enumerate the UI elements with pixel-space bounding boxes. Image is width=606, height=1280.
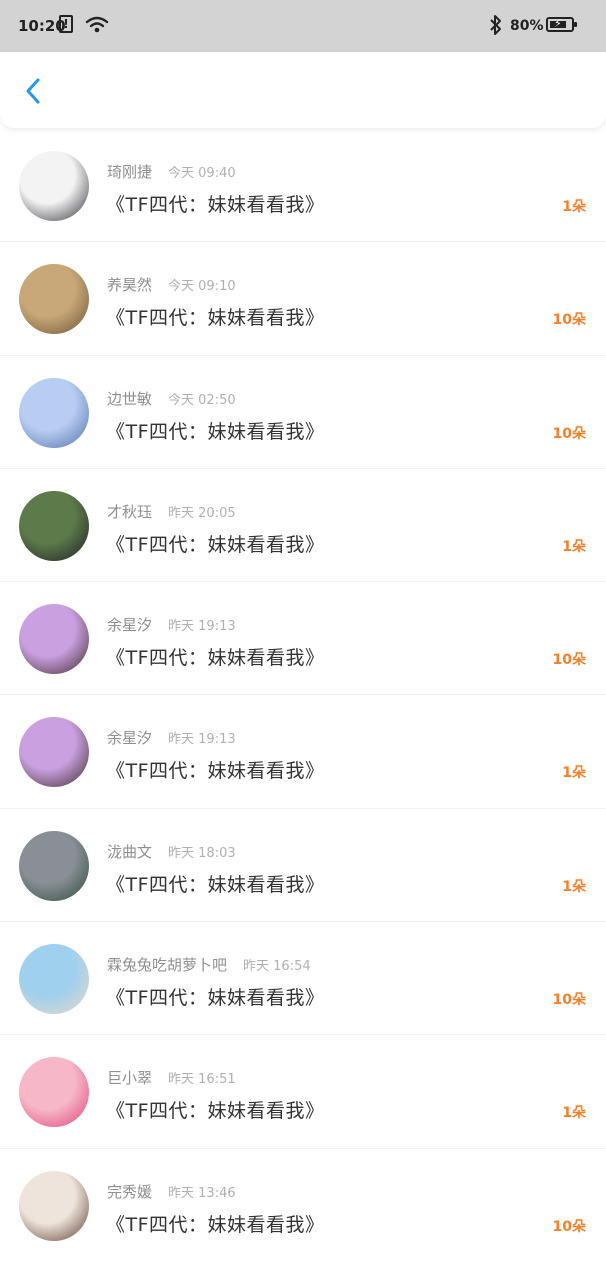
timestamp: 昨天 19:13	[168, 619, 236, 635]
user-name[interactable]: 边世敏	[107, 390, 152, 408]
item-title: 《TF四代：妹妹看看我》	[106, 647, 325, 670]
list-item[interactable]: 余星汐 昨天 19:13 《TF四代：妹妹看看我》 10朵	[0, 581, 606, 694]
battery-icon: ⚡	[546, 17, 577, 32]
user-name[interactable]: 巨小翠	[107, 1069, 152, 1087]
item-title: 《TF四代：妹妹看看我》	[106, 194, 325, 216]
avatar[interactable]	[19, 944, 89, 1015]
avatar[interactable]	[19, 830, 89, 901]
list-item[interactable]: 边世敏 今天 02:50 《TF四代：妹妹看看我》 10朵	[0, 354, 606, 468]
user-name[interactable]: 泷曲文	[107, 843, 152, 861]
flower-count: 1朵	[562, 538, 586, 555]
timestamp: 今天 09:10	[168, 279, 236, 295]
list-item[interactable]: 巨小翠 昨天 16:51 《TF四代：妹妹看看我》 1朵	[0, 1034, 606, 1147]
item-title: 《TF四代：妹妹看看我》	[106, 1213, 325, 1236]
avatar[interactable]	[19, 1170, 89, 1241]
item-title: 《TF四代：妹妹看看我》	[106, 420, 325, 443]
alert-icon: !	[59, 15, 73, 33]
flower-count: 1朵	[562, 878, 586, 895]
list-item[interactable]: 才秋珏 昨天 20:05 《TF四代：妹妹看看我》 1朵	[0, 467, 606, 581]
item-title: 《TF四代：妹妹看看我》	[106, 873, 325, 896]
user-name[interactable]: 才秋珏	[107, 503, 152, 521]
flower-count: 1朵	[562, 765, 586, 782]
flower-count: 10朵	[552, 992, 586, 1009]
timestamp: 昨天 16:54	[243, 959, 311, 975]
avatar[interactable]	[19, 717, 89, 788]
avatar[interactable]	[19, 604, 89, 675]
avatar[interactable]	[19, 377, 89, 448]
list-item[interactable]: 泷曲文 昨天 18:03 《TF四代：妹妹看看我》 1朵	[0, 807, 606, 921]
flower-count: 10朵	[552, 425, 586, 442]
avatar[interactable]	[19, 264, 89, 335]
item-title: 《TF四代：妹妹看看我》	[106, 307, 325, 330]
list-item[interactable]: 霖兔兔吃胡萝卜吧 昨天 16:54 《TF四代：妹妹看看我》 10朵	[0, 921, 606, 1034]
timestamp: 昨天 16:51	[168, 1072, 236, 1088]
flower-count: 10朵	[552, 312, 586, 329]
list-item[interactable]: 养昊然 今天 09:10 《TF四代：妹妹看看我》 10朵	[0, 241, 606, 354]
flower-count: 10朵	[552, 1218, 586, 1235]
battery-percent: 80%	[510, 18, 544, 34]
wifi-icon	[85, 16, 109, 33]
item-title: 《TF四代：妹妹看看我》	[106, 1100, 325, 1123]
timestamp: 今天 09:40	[168, 166, 236, 181]
list-item[interactable]: 完秀媛 昨天 13:46 《TF四代：妹妹看看我》 10朵	[0, 1147, 606, 1261]
user-name[interactable]: 养昊然	[107, 276, 152, 294]
list-item[interactable]: 余星汐 昨天 19:13 《TF四代：妹妹看看我》 1朵	[0, 694, 606, 807]
user-name[interactable]: 琦刚捷	[107, 163, 152, 181]
avatar[interactable]	[19, 490, 89, 561]
user-name[interactable]: 完秀媛	[107, 1183, 152, 1201]
timestamp: 昨天 13:46	[168, 1185, 236, 1201]
avatar[interactable]	[19, 151, 89, 221]
list-item[interactable]: 琦刚捷 今天 09:40 《TF四代：妹妹看看我》 1朵	[0, 128, 606, 241]
bluetooth-icon	[490, 15, 501, 35]
nav-bar	[0, 52, 606, 128]
flower-count: 10朵	[552, 652, 586, 669]
status-bar: 10:20 ! 80% ⚡	[0, 0, 606, 52]
timestamp: 今天 02:50	[168, 392, 236, 408]
item-title: 《TF四代：妹妹看看我》	[106, 987, 325, 1010]
timestamp: 昨天 20:05	[168, 505, 236, 521]
user-name[interactable]: 余星汐	[107, 616, 152, 634]
user-name[interactable]: 余星汐	[107, 729, 152, 747]
timestamp: 昨天 19:13	[168, 732, 236, 748]
avatar[interactable]	[19, 1057, 89, 1128]
gift-record-list: 琦刚捷 今天 09:40 《TF四代：妹妹看看我》 1朵 养昊然 今天 09:10 …	[0, 128, 606, 1261]
chevron-left-icon	[26, 78, 40, 104]
flower-count: 1朵	[562, 199, 586, 215]
timestamp: 昨天 18:03	[168, 845, 236, 861]
flower-count: 1朵	[562, 1105, 586, 1122]
item-title: 《TF四代：妹妹看看我》	[106, 533, 325, 556]
back-button[interactable]	[16, 74, 50, 108]
item-title: 《TF四代：妹妹看看我》	[106, 760, 325, 783]
user-name[interactable]: 霖兔兔吃胡萝卜吧	[107, 956, 227, 974]
